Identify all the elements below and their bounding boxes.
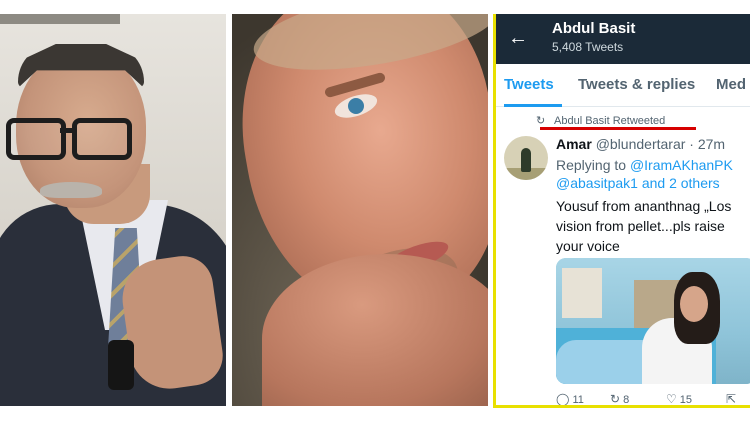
- time-separator: ·: [685, 136, 698, 152]
- share-button[interactable]: ⇱: [726, 392, 739, 406]
- app-bar: ← Abdul Basit 5,408 Tweets: [496, 14, 750, 64]
- author-handle[interactable]: @blundertarar: [596, 136, 686, 152]
- tweet-author-row: Amar @blundertarar · 27m: [556, 136, 725, 152]
- reply-icon: ◯: [556, 392, 570, 406]
- like-count: 15: [679, 394, 693, 406]
- tweet-actions: ◯ 11 ↻ 8 ♡ 15 ⇱: [556, 390, 750, 406]
- tab-media[interactable]: Med: [716, 76, 746, 93]
- reply-count: 11: [572, 394, 584, 406]
- avatar[interactable]: [504, 136, 548, 180]
- tab-tweets-and-replies[interactable]: Tweets & replies: [578, 76, 695, 93]
- share-icon: ⇱: [726, 392, 737, 406]
- retweet-icon: ↻: [610, 392, 621, 406]
- like-button[interactable]: ♡ 15: [666, 392, 693, 406]
- reply-context: Replying to @IramAKhanPK @abasitpak1 and…: [556, 156, 733, 192]
- reply-button[interactable]: ◯ 11: [556, 392, 584, 406]
- retweet-banner-text: Abdul Basit Retweeted: [554, 115, 666, 127]
- profile-name: Abdul Basit: [552, 20, 636, 37]
- author-name[interactable]: Amar: [556, 136, 592, 152]
- tweet-text: Yousuf from ananthnag „Los vision from p…: [556, 198, 732, 254]
- annotation-underline: [540, 127, 696, 130]
- reply-prefix: Replying to: [556, 157, 627, 173]
- retweet-count: 8: [623, 394, 630, 406]
- active-tab-indicator: [504, 104, 562, 107]
- tweet-media-image[interactable]: [556, 258, 750, 384]
- tab-tweets[interactable]: Tweets: [504, 76, 554, 93]
- twitter-profile-screenshot: ← Abdul Basit 5,408 Tweets Tweets Tweets…: [493, 14, 750, 408]
- retweet-banner: ↻ Abdul Basit Retweeted: [536, 114, 665, 127]
- reply-mention-2[interactable]: @abasitpak1: [556, 175, 638, 191]
- photo-middle-closeup-face: [232, 14, 488, 406]
- heart-icon: ♡: [666, 392, 677, 406]
- reply-others[interactable]: and 2 others: [642, 175, 720, 191]
- profile-tabs: Tweets Tweets & replies Med: [496, 64, 750, 107]
- retweet-button[interactable]: ↻ 8: [610, 392, 630, 406]
- reply-mention-1[interactable]: @IramAKhanPK: [630, 157, 733, 173]
- tweet-time[interactable]: 27m: [698, 136, 725, 152]
- photo-left-man-in-suit: [0, 14, 226, 406]
- arrow-left-icon[interactable]: ←: [508, 27, 530, 49]
- tweet-count: 5,408 Tweets: [552, 40, 624, 54]
- retweet-icon: ↻: [536, 115, 546, 127]
